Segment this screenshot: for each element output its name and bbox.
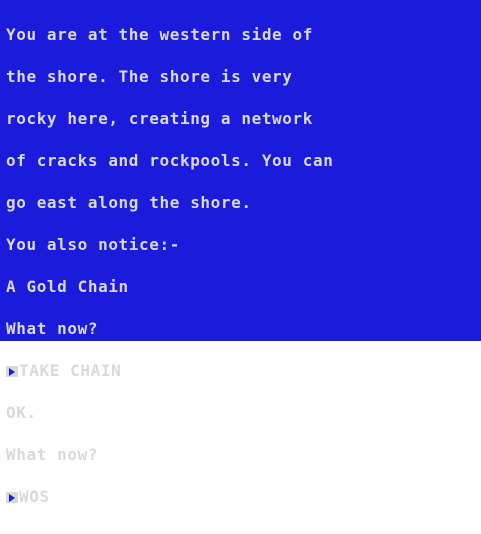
description-line-3: rocky here, creating a network <box>6 109 313 128</box>
command-text-1: TAKE CHAIN <box>19 361 122 380</box>
command-input-text[interactable]: WOS <box>19 487 50 506</box>
game-text-output: You are at the western side of the shore… <box>6 0 481 532</box>
prompt-cursor-icon <box>6 366 18 377</box>
response-line-1: OK. <box>6 403 37 422</box>
prompt-line-1: What now? <box>6 319 99 338</box>
description-line-5: go east along the shore. <box>6 193 252 212</box>
description-line-1: You are at the western side of <box>6 25 313 44</box>
description-line-4: of cracks and rockpools. You can <box>6 151 334 170</box>
prompt-line-2: What now? <box>6 445 99 464</box>
command-line-1: TAKE CHAIN <box>6 361 481 380</box>
prompt-cursor-icon <box>6 492 18 503</box>
notice-header: You also notice:- <box>6 235 180 254</box>
game-screen: You are at the western side of the shore… <box>0 0 481 505</box>
game-window: You are at the western side of the shore… <box>0 0 481 505</box>
notice-item: A Gold Chain <box>6 277 129 296</box>
description-line-2: the shore. The shore is very <box>6 67 293 86</box>
command-input-line[interactable]: WOS <box>6 487 481 506</box>
